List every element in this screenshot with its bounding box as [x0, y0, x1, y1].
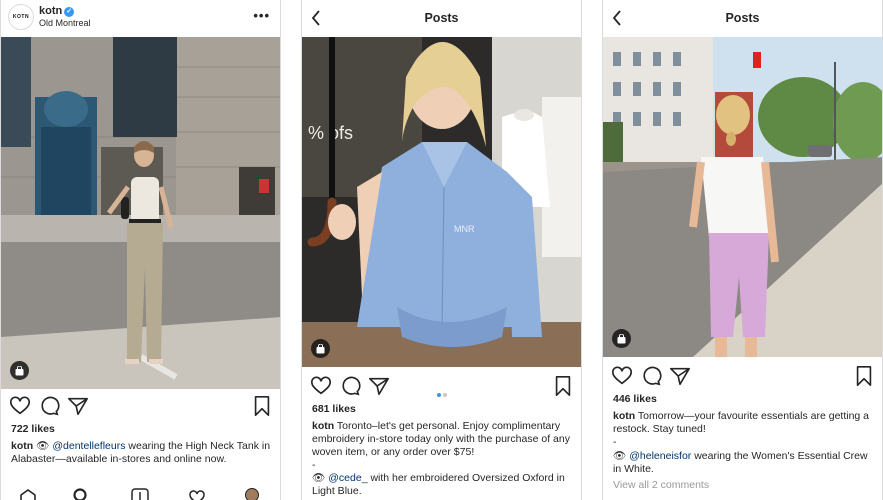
caption-username[interactable]: kotn — [312, 420, 334, 432]
caption-text: wearing the High Neck Tank in Alabaster—… — [11, 440, 271, 465]
post-actions — [302, 371, 581, 401]
comment-icon[interactable] — [38, 395, 60, 417]
caption-text: Tomorrow—your favourite essentials are g… — [613, 410, 870, 435]
post-header: KOTN kotn ✓ Old Montreal ••• — [1, 0, 280, 37]
mention-link[interactable]: @heleneisfor — [629, 450, 691, 462]
posts-header: Posts — [302, 0, 581, 37]
eye-emoji: 👁 — [613, 450, 627, 462]
avatar[interactable]: KOTN — [8, 4, 34, 30]
caption-credit: 👁 @cede_ with her embroidered Oversized … — [312, 472, 573, 498]
post-actions — [1, 391, 280, 421]
caption: kotn Toronto–let's get personal. Enjoy c… — [312, 420, 573, 459]
header-title: Posts — [424, 11, 459, 25]
carousel-dot-active — [436, 393, 441, 397]
view-comments-link[interactable]: View all 2 comments — [613, 479, 874, 492]
likes-count[interactable]: 681 likes — [312, 403, 356, 415]
posts-header: Posts — [603, 0, 882, 37]
shopping-bag-icon[interactable] — [10, 361, 29, 380]
eye-emoji: 👁 — [312, 472, 326, 484]
shirt-embroidery: MNR — [454, 224, 475, 234]
post-screen-2: Posts % ofs MNR 681 likes kotn Toronto–l… — [301, 0, 582, 500]
caption: kotn 👁 @dentellefleurs wearing the High … — [11, 440, 272, 466]
caption-username[interactable]: kotn — [613, 410, 635, 422]
storefront-photo-illustration: % ofs MNR — [302, 37, 581, 367]
likes-count[interactable]: 722 likes — [11, 423, 55, 435]
more-options-icon[interactable]: ••• — [253, 8, 270, 23]
bookmark-icon[interactable] — [552, 375, 574, 397]
username-text[interactable]: kotn — [39, 5, 62, 17]
post-screen-3: Posts 446 likes kotn Tomorrow—your favou… — [602, 0, 883, 500]
home-icon[interactable] — [19, 489, 37, 500]
share-icon[interactable] — [368, 375, 390, 397]
post-photo[interactable]: % ofs MNR — [302, 37, 581, 367]
caption-credit: 👁 @heleneisfor wearing the Women's Essen… — [613, 450, 874, 476]
mention-link[interactable]: @dentellefleurs — [52, 440, 125, 452]
caption-text: Toronto–let's get personal. Enjoy compli… — [312, 420, 570, 458]
username[interactable]: kotn ✓ — [39, 5, 75, 17]
share-icon[interactable] — [67, 395, 89, 417]
add-post-icon[interactable] — [131, 488, 149, 500]
street-photo-illustration — [603, 37, 882, 357]
comment-icon[interactable] — [640, 365, 662, 387]
header-title: Posts — [725, 11, 760, 25]
bookmark-icon[interactable] — [251, 395, 273, 417]
shopping-bag-icon[interactable] — [612, 329, 631, 348]
eye-emoji: 👁 — [36, 440, 50, 452]
heart-icon[interactable] — [9, 395, 31, 417]
profile-avatar[interactable] — [245, 488, 259, 500]
post-photo[interactable] — [603, 37, 882, 357]
location-link[interactable]: Old Montreal — [39, 18, 91, 28]
likes-count[interactable]: 446 likes — [613, 393, 657, 405]
carousel-dot — [442, 393, 447, 397]
carousel-indicator — [436, 384, 448, 402]
caption: kotn Tomorrow—your favourite essentials … — [613, 410, 874, 436]
shopping-bag-icon[interactable] — [311, 339, 330, 358]
share-icon[interactable] — [669, 365, 691, 387]
caption-separator: - — [613, 436, 617, 448]
comment-icon[interactable] — [339, 375, 361, 397]
verified-badge-icon: ✓ — [64, 7, 75, 17]
search-icon[interactable] — [73, 488, 87, 500]
caption-username[interactable]: kotn — [11, 440, 33, 452]
heart-icon[interactable] — [310, 375, 332, 397]
post-actions — [603, 361, 882, 391]
post-screen-1: KOTN kotn ✓ Old Montreal ••• 722 likes k… — [0, 0, 281, 500]
street-photo-illustration — [1, 37, 280, 389]
bookmark-icon[interactable] — [853, 365, 875, 387]
caption-separator: - — [312, 459, 316, 471]
heart-icon[interactable] — [611, 365, 633, 387]
bottom-tab-bar — [1, 487, 280, 500]
mention-link[interactable]: @cede_ — [328, 472, 367, 484]
activity-icon[interactable] — [188, 489, 206, 500]
post-photo[interactable] — [1, 37, 280, 389]
